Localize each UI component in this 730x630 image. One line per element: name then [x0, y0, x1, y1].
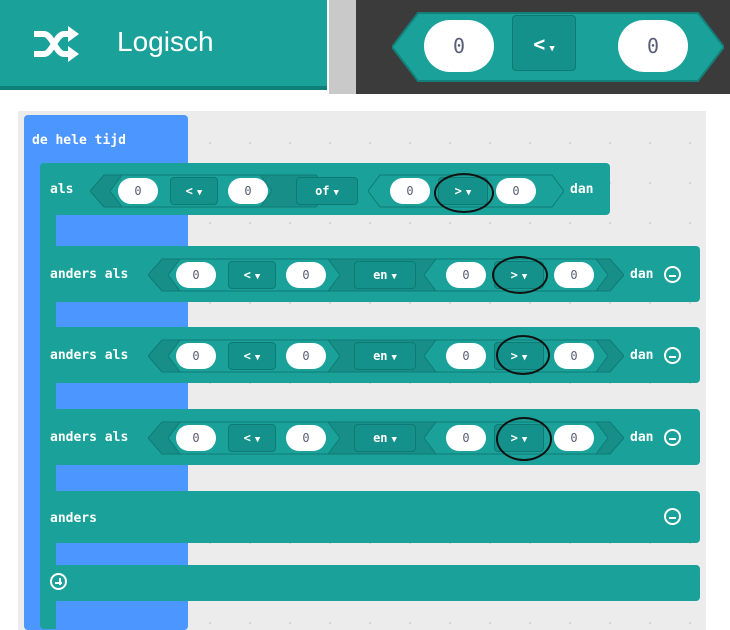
left-number-field[interactable]: 0 [424, 20, 494, 72]
else-label: anders [50, 511, 97, 526]
boolean-operator-dropdown[interactable]: en ▼ [354, 424, 416, 452]
then-label: dan [630, 430, 654, 445]
boolean-operator-dropdown[interactable]: of ▼ [296, 177, 358, 205]
operator-label: < [185, 184, 193, 198]
number-field[interactable]: 0 [176, 343, 216, 369]
dropdown-arrow-icon: ▼ [333, 188, 339, 198]
number-field[interactable]: 0 [118, 178, 158, 204]
elseif-label: anders als [50, 430, 129, 445]
compare-operator-dropdown[interactable]: < ▼ [170, 177, 218, 205]
dropdown-arrow-icon: ▼ [391, 435, 397, 445]
dropdown-arrow-icon: ▼ [391, 353, 397, 363]
remove-elseif-icon[interactable] [664, 266, 681, 283]
dropdown-arrow-icon: ▼ [391, 272, 397, 282]
hand-drawn-circle [492, 256, 548, 294]
number-field[interactable]: 0 [286, 343, 326, 369]
number-field[interactable]: 0 [390, 178, 430, 204]
number-field[interactable]: 0 [554, 262, 594, 288]
workspace-dark: 0 < ▼ 0 [356, 0, 730, 94]
remove-elseif-icon[interactable] [664, 347, 681, 364]
number-field[interactable]: 0 [286, 262, 326, 288]
code-editor-canvas[interactable]: de hele tijd als 0 < ▼ 0 of ▼ 0 > ▼ 0 dan a… [18, 111, 706, 630]
number-field[interactable]: 0 [554, 425, 594, 451]
join-label: en [373, 268, 388, 282]
dropdown-arrow-icon: ▼ [196, 188, 203, 198]
hand-drawn-circle [496, 335, 550, 375]
remove-elseif-icon[interactable] [664, 429, 681, 446]
join-label: en [373, 349, 388, 363]
operator-dropdown[interactable]: < ▼ [512, 15, 576, 71]
dropdown-arrow-icon: ▼ [254, 435, 261, 445]
operator-label: < [243, 349, 251, 363]
elseif-label: anders als [50, 348, 129, 363]
number-field[interactable]: 0 [176, 425, 216, 451]
compare-operator-dropdown[interactable]: < ▼ [228, 342, 276, 370]
number-field[interactable]: 0 [286, 425, 326, 451]
if-label: als [50, 182, 74, 197]
join-label: en [373, 431, 388, 445]
if-block-footer[interactable] [40, 565, 700, 601]
operator-label: < [243, 268, 251, 282]
number-field[interactable]: 0 [446, 262, 486, 288]
if-block-arm [40, 163, 56, 629]
join-label: of [315, 184, 330, 198]
then-label: dan [630, 348, 654, 363]
right-number-field[interactable]: 0 [618, 20, 688, 72]
number-field[interactable]: 0 [446, 343, 486, 369]
number-field[interactable]: 0 [496, 178, 536, 204]
operator-label: < [533, 32, 546, 56]
category-label: Logisch [117, 26, 214, 57]
dropdown-arrow-icon: ▼ [254, 353, 261, 363]
compare-operator-dropdown[interactable]: < ▼ [228, 261, 276, 289]
boolean-operator-dropdown[interactable]: en ▼ [354, 261, 416, 289]
elseif-label: anders als [50, 267, 129, 282]
dropdown-arrow-icon: ▼ [254, 272, 261, 282]
operator-label: < [243, 431, 251, 445]
number-field[interactable]: 0 [446, 425, 486, 451]
boolean-operator-dropdown[interactable]: en ▼ [354, 342, 416, 370]
toolbox-scrollbar[interactable] [329, 0, 356, 94]
then-label: dan [570, 182, 594, 197]
number-field[interactable]: 0 [228, 178, 268, 204]
logic-category-button[interactable]: Logisch [0, 0, 327, 90]
remove-else-icon[interactable] [664, 508, 681, 525]
number-field[interactable]: 0 [554, 343, 594, 369]
compare-operator-dropdown[interactable]: < ▼ [228, 424, 276, 452]
dropdown-arrow-icon: ▼ [549, 44, 555, 54]
number-field[interactable]: 0 [176, 262, 216, 288]
hand-drawn-circle [496, 417, 552, 461]
shuffle-icon [32, 24, 80, 68]
else-row[interactable] [40, 491, 700, 543]
hand-drawn-circle [434, 173, 494, 213]
then-label: dan [630, 267, 654, 282]
forever-label: de hele tijd [32, 133, 126, 148]
add-elseif-icon[interactable] [50, 573, 67, 590]
